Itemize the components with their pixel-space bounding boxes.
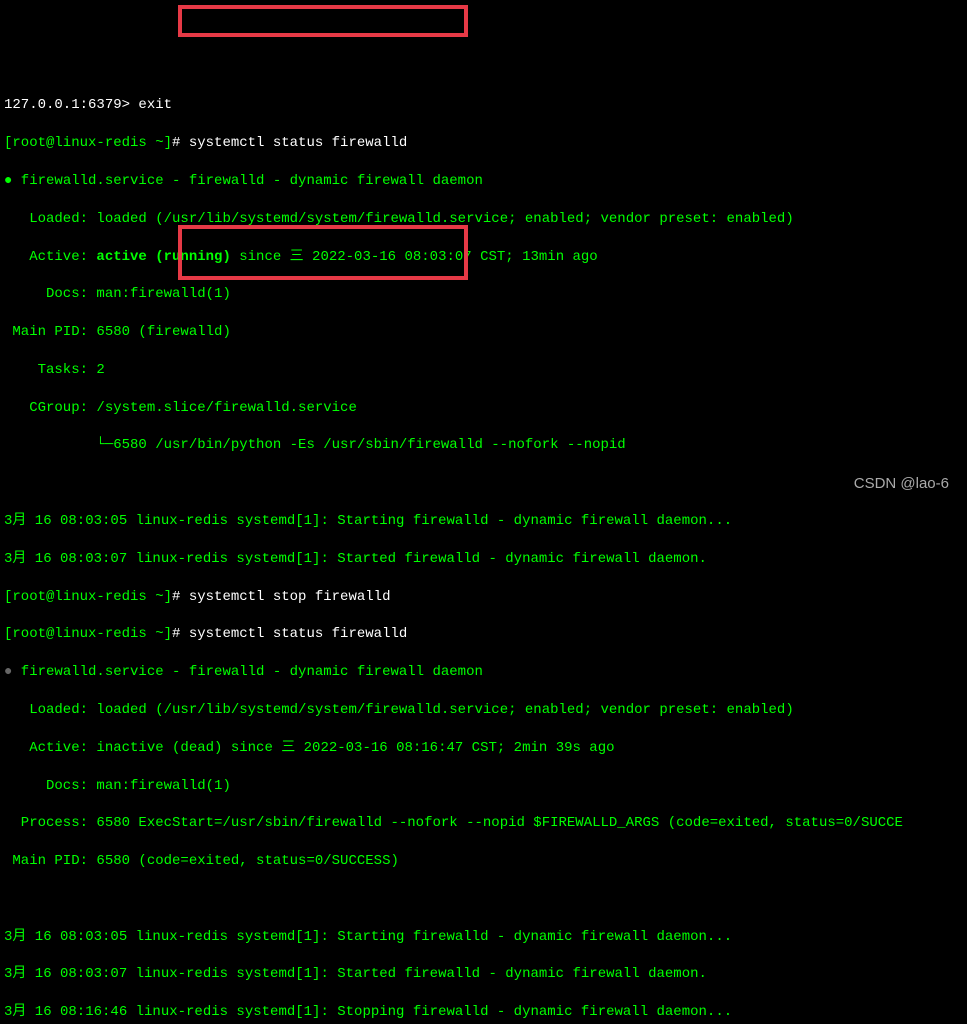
docs-val: man:firewalld(1) <box>96 778 230 794</box>
loaded-key: Loaded: <box>4 211 96 227</box>
watermark: CSDN @lao-6 <box>854 474 949 494</box>
line: └─6580 /usr/bin/python -Es /usr/sbin/fir… <box>4 436 963 455</box>
blank-line <box>4 474 963 493</box>
cgroup-val: /system.slice/firewalld.service <box>96 400 356 416</box>
line: Docs: man:firewalld(1) <box>4 777 963 796</box>
cmd-status-1: # systemctl status firewalld <box>172 135 407 151</box>
loaded-val: loaded (/usr/lib/systemd/system/firewall… <box>96 702 793 718</box>
line: Docs: man:firewalld(1) <box>4 285 963 304</box>
docs-key: Docs: <box>4 778 96 794</box>
docs-key: Docs: <box>4 286 96 302</box>
log-line: 3月 16 08:03:05 linux-redis systemd[1]: S… <box>4 512 963 531</box>
pid-key: Main PID: <box>4 324 96 340</box>
cgroup-key: CGroup: <box>4 400 96 416</box>
pid-val: 6580 (firewalld) <box>96 324 230 340</box>
active-time: since 三 2022-03-16 08:03:07 CST; 13min a… <box>231 249 598 265</box>
line: 127.0.0.1:6379> exit <box>4 96 963 115</box>
active-key: Active: <box>4 740 96 756</box>
line: ● firewalld.service - firewalld - dynami… <box>4 172 963 191</box>
line: CGroup: /system.slice/firewalld.service <box>4 399 963 418</box>
line: Active: inactive (dead) since 三 2022-03-… <box>4 739 963 758</box>
line: [root@linux-redis ~]# systemctl stop fir… <box>4 588 963 607</box>
active-key: Active: <box>4 249 96 265</box>
docs-val: man:firewalld(1) <box>96 286 230 302</box>
line: Loaded: loaded (/usr/lib/systemd/system/… <box>4 210 963 229</box>
line: Loaded: loaded (/usr/lib/systemd/system/… <box>4 701 963 720</box>
service-name: firewalld.service - firewalld - dynamic … <box>12 173 482 189</box>
terminal[interactable]: 127.0.0.1:6379> exit [root@linux-redis ~… <box>4 78 963 1024</box>
line: [root@linux-redis ~]# systemctl status f… <box>4 625 963 644</box>
loaded-val: loaded (/usr/lib/systemd/system/firewall… <box>96 211 793 227</box>
active-status: active (running) <box>96 249 230 265</box>
tasks-key: Tasks: <box>4 362 96 378</box>
process-key: Process: <box>4 815 96 831</box>
line: Tasks: 2 <box>4 361 963 380</box>
loaded-key: Loaded: <box>4 702 96 718</box>
status-dot-icon: ● <box>4 664 12 680</box>
cmd-stop: # systemctl stop firewalld <box>172 589 390 605</box>
service-name: firewalld.service - firewalld - dynamic … <box>12 664 482 680</box>
cmd-status-2: # systemctl status firewalld <box>172 626 407 642</box>
pid-key: Main PID: <box>4 853 96 869</box>
pid-val: 6580 (code=exited, status=0/SUCCESS) <box>96 853 398 869</box>
process-val: 6580 ExecStart=/usr/sbin/firewalld --nof… <box>96 815 903 831</box>
log-line: 3月 16 08:03:07 linux-redis systemd[1]: S… <box>4 965 963 984</box>
shell-prompt: [root@linux-redis ~] <box>4 589 172 605</box>
line: Process: 6580 ExecStart=/usr/sbin/firewa… <box>4 814 963 833</box>
log-line: 3月 16 08:03:07 linux-redis systemd[1]: S… <box>4 550 963 569</box>
line: Main PID: 6580 (code=exited, status=0/SU… <box>4 852 963 871</box>
line: [root@linux-redis ~]# systemctl status f… <box>4 134 963 153</box>
log-line: 3月 16 08:16:46 linux-redis systemd[1]: S… <box>4 1003 963 1022</box>
shell-prompt: [root@linux-redis ~] <box>4 626 172 642</box>
tasks-val: 2 <box>96 362 104 378</box>
line: Active: active (running) since 三 2022-03… <box>4 248 963 267</box>
line: ● firewalld.service - firewalld - dynami… <box>4 663 963 682</box>
shell-prompt: [root@linux-redis ~] <box>4 135 172 151</box>
blank-line <box>4 890 963 909</box>
log-line: 3月 16 08:03:05 linux-redis systemd[1]: S… <box>4 928 963 947</box>
redis-prompt: 127.0.0.1:6379> <box>4 97 138 113</box>
highlight-box-1 <box>178 5 468 37</box>
cmd-exit: exit <box>138 97 172 113</box>
active-val: inactive (dead) since 三 2022-03-16 08:16… <box>96 740 614 756</box>
line: Main PID: 6580 (firewalld) <box>4 323 963 342</box>
